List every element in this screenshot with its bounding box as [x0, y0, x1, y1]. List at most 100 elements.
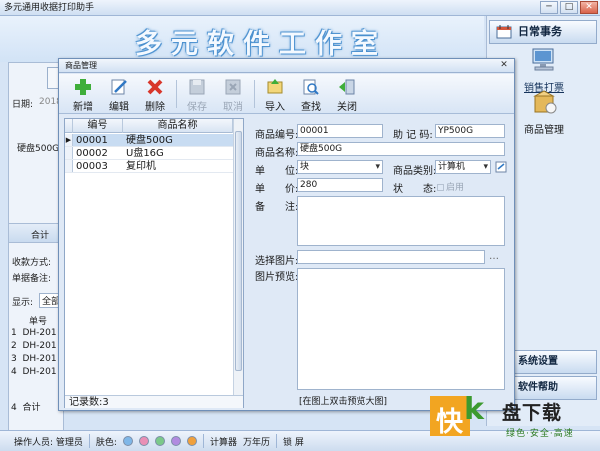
skin-color-3[interactable]	[154, 436, 165, 446]
box-icon	[533, 90, 557, 114]
show-label: 显示:	[12, 298, 34, 308]
skin-color-1[interactable]	[122, 436, 133, 446]
nav-item-sales[interactable]: 销售打票	[509, 46, 579, 94]
watermark-main: 盘下载	[502, 402, 563, 424]
remark-textarea[interactable]	[297, 196, 505, 246]
close-dialog-button[interactable]: 关闭	[329, 78, 365, 113]
price-input[interactable]: 280	[297, 178, 383, 192]
cancel-button[interactable]: 取消	[215, 78, 251, 113]
date-label: 日期:	[12, 100, 34, 110]
code-label: 商品编号:	[255, 130, 299, 141]
list-item[interactable]: 2 DH-201	[11, 341, 57, 351]
add-icon	[75, 79, 91, 95]
calculator-button[interactable]: 计算器	[210, 435, 237, 448]
mnemonic-input[interactable]: YP500G	[435, 124, 505, 138]
image-path-input[interactable]	[297, 250, 485, 264]
save-button[interactable]: 保存	[179, 78, 215, 113]
table-row[interactable]: 00002 U盘16G	[65, 147, 233, 160]
preview-label: 图片预览:	[255, 272, 299, 283]
window-title: 多元通用收据打印助手	[4, 3, 95, 13]
site-watermark-logo: 快 k 盘下载 绿色·安全·高速	[430, 392, 596, 446]
grid-header-name[interactable]: 商品名称	[123, 119, 233, 133]
exit-icon	[339, 79, 355, 95]
edit-button[interactable]: 编辑	[101, 78, 137, 113]
nav-item-products[interactable]: 商品管理	[509, 88, 579, 136]
dialog-title: 商品管理	[65, 61, 97, 70]
category-manage-icon[interactable]	[495, 161, 507, 173]
scrollbar-thumb[interactable]	[235, 131, 242, 371]
add-button[interactable]: 新增	[65, 78, 101, 113]
product-grid: 编号 商品名称 ▶ 00001 硬盘500G 00002 U盘16G 00003…	[64, 118, 244, 408]
name-input[interactable]: 硬盘500G	[297, 142, 505, 156]
list-item[interactable]: 1 DH-201	[11, 328, 57, 338]
row-code: 00002	[76, 148, 108, 159]
table-row[interactable]: 00003 复印机	[65, 160, 233, 173]
maximize-button[interactable]: □	[560, 1, 578, 14]
category-select[interactable]: 计算机	[435, 160, 491, 174]
close-button[interactable]: ✕	[580, 1, 598, 14]
mnemonic-label: 助 记 码:	[393, 130, 433, 141]
row-code: 00001	[76, 135, 108, 146]
lock-button[interactable]: 锁 屏	[283, 435, 304, 448]
banner: 多元软件工作室	[0, 16, 484, 62]
status-divider	[88, 434, 90, 448]
skin-label: 肤色:	[95, 437, 117, 448]
watermark-sub: 绿色·安全·高速	[506, 429, 574, 439]
window-controls: ─ □ ✕	[540, 1, 598, 14]
row-marker	[65, 147, 73, 159]
status-divider	[202, 434, 204, 448]
import-button[interactable]: 导入	[257, 78, 293, 113]
dialog-close-button[interactable]: ✕	[497, 60, 511, 71]
toolbar-divider	[254, 80, 255, 108]
list-footer: 4 合计	[11, 403, 41, 413]
delete-icon	[147, 79, 163, 95]
image-preview[interactable]	[297, 268, 505, 390]
calendar-icon	[496, 25, 512, 39]
computer-icon	[532, 48, 554, 71]
product-dialog: 商品管理 ✕ 新增 编辑 删除 保存 取消 导入 查找 关闭 编号 商品名称 ▶…	[58, 58, 515, 411]
skin-color-2[interactable]	[138, 436, 149, 446]
receipt-panel: 日期: 2018 硬盘500G 合计 收款方式: 单据备注: 显示: 全部 单号…	[8, 62, 67, 442]
row-name: U盘16G	[126, 148, 164, 159]
list-item[interactable]: 3 DH-201	[11, 354, 57, 364]
minimize-button[interactable]: ─	[540, 1, 558, 14]
grid-header: 编号 商品名称	[65, 119, 233, 133]
total-label: 合计	[31, 231, 50, 241]
enabled-checkbox[interactable]: 启用	[437, 180, 464, 193]
grid-header-code[interactable]: 编号	[73, 119, 123, 133]
list-item[interactable]: 4 DH-201	[11, 367, 57, 377]
banner-title: 多元软件工作室	[135, 29, 387, 60]
browse-button[interactable]: …	[489, 251, 499, 262]
note-label: 单据备注:	[12, 274, 52, 284]
delete-button[interactable]: 删除	[137, 78, 173, 113]
nav-header-daily[interactable]: 日常事务	[489, 20, 597, 44]
code-input[interactable]: 00001	[297, 124, 383, 138]
cancel-icon	[225, 79, 241, 95]
toolbar-divider	[176, 80, 177, 108]
product-cell: 硬盘500G	[17, 144, 60, 154]
row-name: 复印机	[126, 161, 156, 172]
import-icon	[267, 79, 283, 94]
table-row[interactable]: ▶ 00001 硬盘500G	[65, 134, 233, 147]
payment-label: 收款方式:	[12, 258, 52, 268]
calendar-button[interactable]: 万年历	[243, 435, 270, 448]
grid-header-selector	[65, 119, 73, 133]
price-label: 单 价:	[255, 184, 299, 195]
find-button[interactable]: 查找	[293, 78, 329, 113]
skin-color-5[interactable]	[186, 436, 197, 446]
record-count: 记录数:3	[65, 395, 243, 408]
toolbar: 新增 编辑 删除 保存 取消 导入 查找 关闭	[59, 74, 514, 114]
status-label: 状 态:	[393, 184, 437, 195]
grid-scrollbar[interactable]	[233, 119, 243, 395]
skin-color-4[interactable]	[170, 436, 181, 446]
name-label: 商品名称:	[255, 148, 299, 159]
dialog-titlebar: 商品管理 ✕	[59, 59, 514, 73]
preview-hint: [在图上双击预览大图]	[299, 397, 388, 407]
unit-select[interactable]: 块	[297, 160, 383, 174]
checkbox-box	[437, 184, 444, 191]
save-icon	[189, 79, 205, 95]
edit-icon	[111, 79, 127, 95]
row-code: 00003	[76, 161, 108, 172]
product-form: 商品编号: 00001 助 记 码: YP500G 商品名称: 硬盘500G 单…	[249, 118, 511, 408]
unit-label: 单 位:	[255, 166, 299, 177]
